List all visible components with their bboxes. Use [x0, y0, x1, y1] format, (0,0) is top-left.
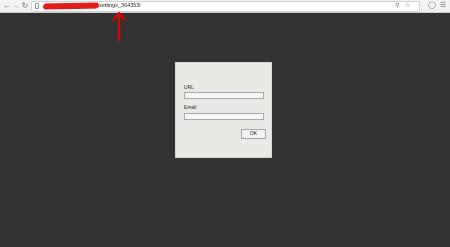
menu-icon[interactable]: ☰: [439, 2, 447, 10]
url-label: URL: [184, 85, 195, 91]
key-icon[interactable]: ⚲: [395, 2, 399, 11]
url-input[interactable]: [184, 92, 264, 99]
forward-arrow-icon[interactable]: →: [12, 1, 20, 11]
annotation-arrow-icon: [112, 11, 126, 42]
back-arrow-icon[interactable]: ←: [3, 1, 11, 11]
browser-window: ← → ↻ settings_364353l ⚲ ☆ ◯ ☰ URL Email…: [0, 0, 450, 247]
star-icon[interactable]: ☆: [405, 2, 410, 11]
reload-icon[interactable]: ↻: [21, 1, 29, 11]
browser-toolbar: ← → ↻ settings_364353l ⚲ ☆ ◯ ☰: [0, 0, 450, 13]
email-label: Email: [184, 105, 197, 111]
settings-dialog: URL Email OK: [175, 62, 272, 158]
redacted-url-mark: [42, 2, 100, 10]
help-icon[interactable]: ◯: [428, 2, 436, 10]
ok-button[interactable]: OK: [241, 129, 266, 139]
email-input[interactable]: [184, 113, 264, 120]
address-bar[interactable]: settings_364353l ⚲ ☆: [31, 1, 420, 12]
page-icon: [35, 3, 39, 9]
